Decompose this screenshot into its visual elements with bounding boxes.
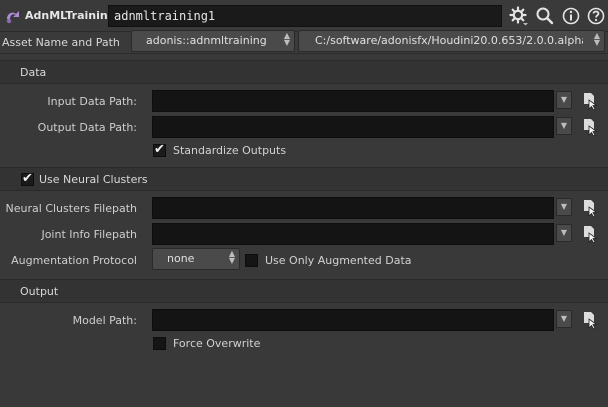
output-section-title: Output [20, 285, 59, 298]
updown-arrows-icon: ▲ ▼ [593, 31, 600, 47]
asset-name-combo[interactable]: adonis::adnmltraining ▲ ▼ [131, 30, 295, 52]
checkmark-icon: ✔ [22, 171, 33, 186]
neural-clusters-filepath-field[interactable] [152, 197, 554, 219]
standardize-outputs-label: Standardize Outputs [173, 144, 287, 157]
file-chooser-icon[interactable] [582, 92, 598, 110]
output-data-path-dropdown[interactable]: ▼ [556, 117, 572, 135]
file-chooser-icon[interactable] [582, 225, 598, 243]
augmentation-protocol-label: Augmentation Protocol [11, 254, 137, 267]
file-chooser-icon[interactable] [582, 118, 598, 136]
asset-name-path-label: Asset Name and Path [2, 36, 120, 49]
checkmark-icon: ✔ [154, 142, 165, 157]
file-chooser-icon[interactable] [582, 199, 598, 217]
node-type-icon[interactable] [4, 7, 22, 25]
asset-path-combo[interactable]: C:/software/adonisfx/Houdini20.0.653/2.0… [298, 30, 605, 52]
joint-info-filepath-label: Joint Info Filepath [41, 228, 137, 241]
help-icon[interactable] [586, 6, 606, 26]
input-data-path-label: Input Data Path: [47, 95, 137, 108]
force-overwrite-label: Force Overwrite [173, 337, 261, 350]
augmentation-protocol-combo[interactable]: none ▲ ▼ [152, 248, 240, 270]
updown-arrows-icon: ▲ ▼ [228, 249, 235, 265]
model-path-label: Model Path: [72, 314, 137, 327]
use-only-augmented-label: Use Only Augmented Data [265, 254, 412, 267]
asset-path-value: C:/software/adonisfx/Houdini20.0.653/2.0… [315, 34, 583, 47]
info-icon[interactable] [561, 6, 581, 26]
data-section-title: Data [20, 66, 47, 79]
output-section-header[interactable] [0, 279, 608, 303]
data-section-header[interactable] [0, 60, 608, 84]
output-data-path-field[interactable] [152, 116, 554, 138]
use-only-augmented-checkbox[interactable] [245, 254, 258, 267]
neural-clusters-section-title: Use Neural Clusters [39, 173, 148, 186]
neural-clusters-filepath-dropdown[interactable]: ▼ [556, 198, 572, 216]
neural-clusters-filepath-label: Neural Clusters Filepath [5, 202, 137, 215]
use-neural-clusters-checkbox[interactable]: ✔ [21, 171, 34, 186]
search-icon[interactable] [535, 6, 555, 26]
input-data-path-field[interactable] [152, 90, 554, 112]
standardize-outputs-checkbox[interactable]: ✔ [153, 142, 166, 157]
file-chooser-icon[interactable] [582, 311, 598, 329]
model-path-field[interactable] [152, 309, 554, 331]
output-data-path-label: Output Data Path: [37, 121, 137, 134]
input-data-path-dropdown[interactable]: ▼ [556, 91, 572, 109]
joint-info-filepath-field[interactable] [152, 223, 554, 245]
joint-info-filepath-dropdown[interactable]: ▼ [556, 224, 572, 242]
node-name-input[interactable]: adnmltraining1 [108, 5, 502, 27]
force-overwrite-checkbox[interactable] [153, 337, 166, 350]
asset-name-value: adonis::adnmltraining [146, 34, 267, 47]
node-type-label: AdnMLTraining [25, 9, 116, 22]
augmentation-protocol-value: none [167, 252, 195, 265]
model-path-dropdown[interactable]: ▼ [556, 310, 572, 328]
updown-arrows-icon: ▲ ▼ [283, 31, 290, 47]
gear-icon[interactable] [509, 6, 529, 26]
empty-panel-area [0, 355, 608, 407]
